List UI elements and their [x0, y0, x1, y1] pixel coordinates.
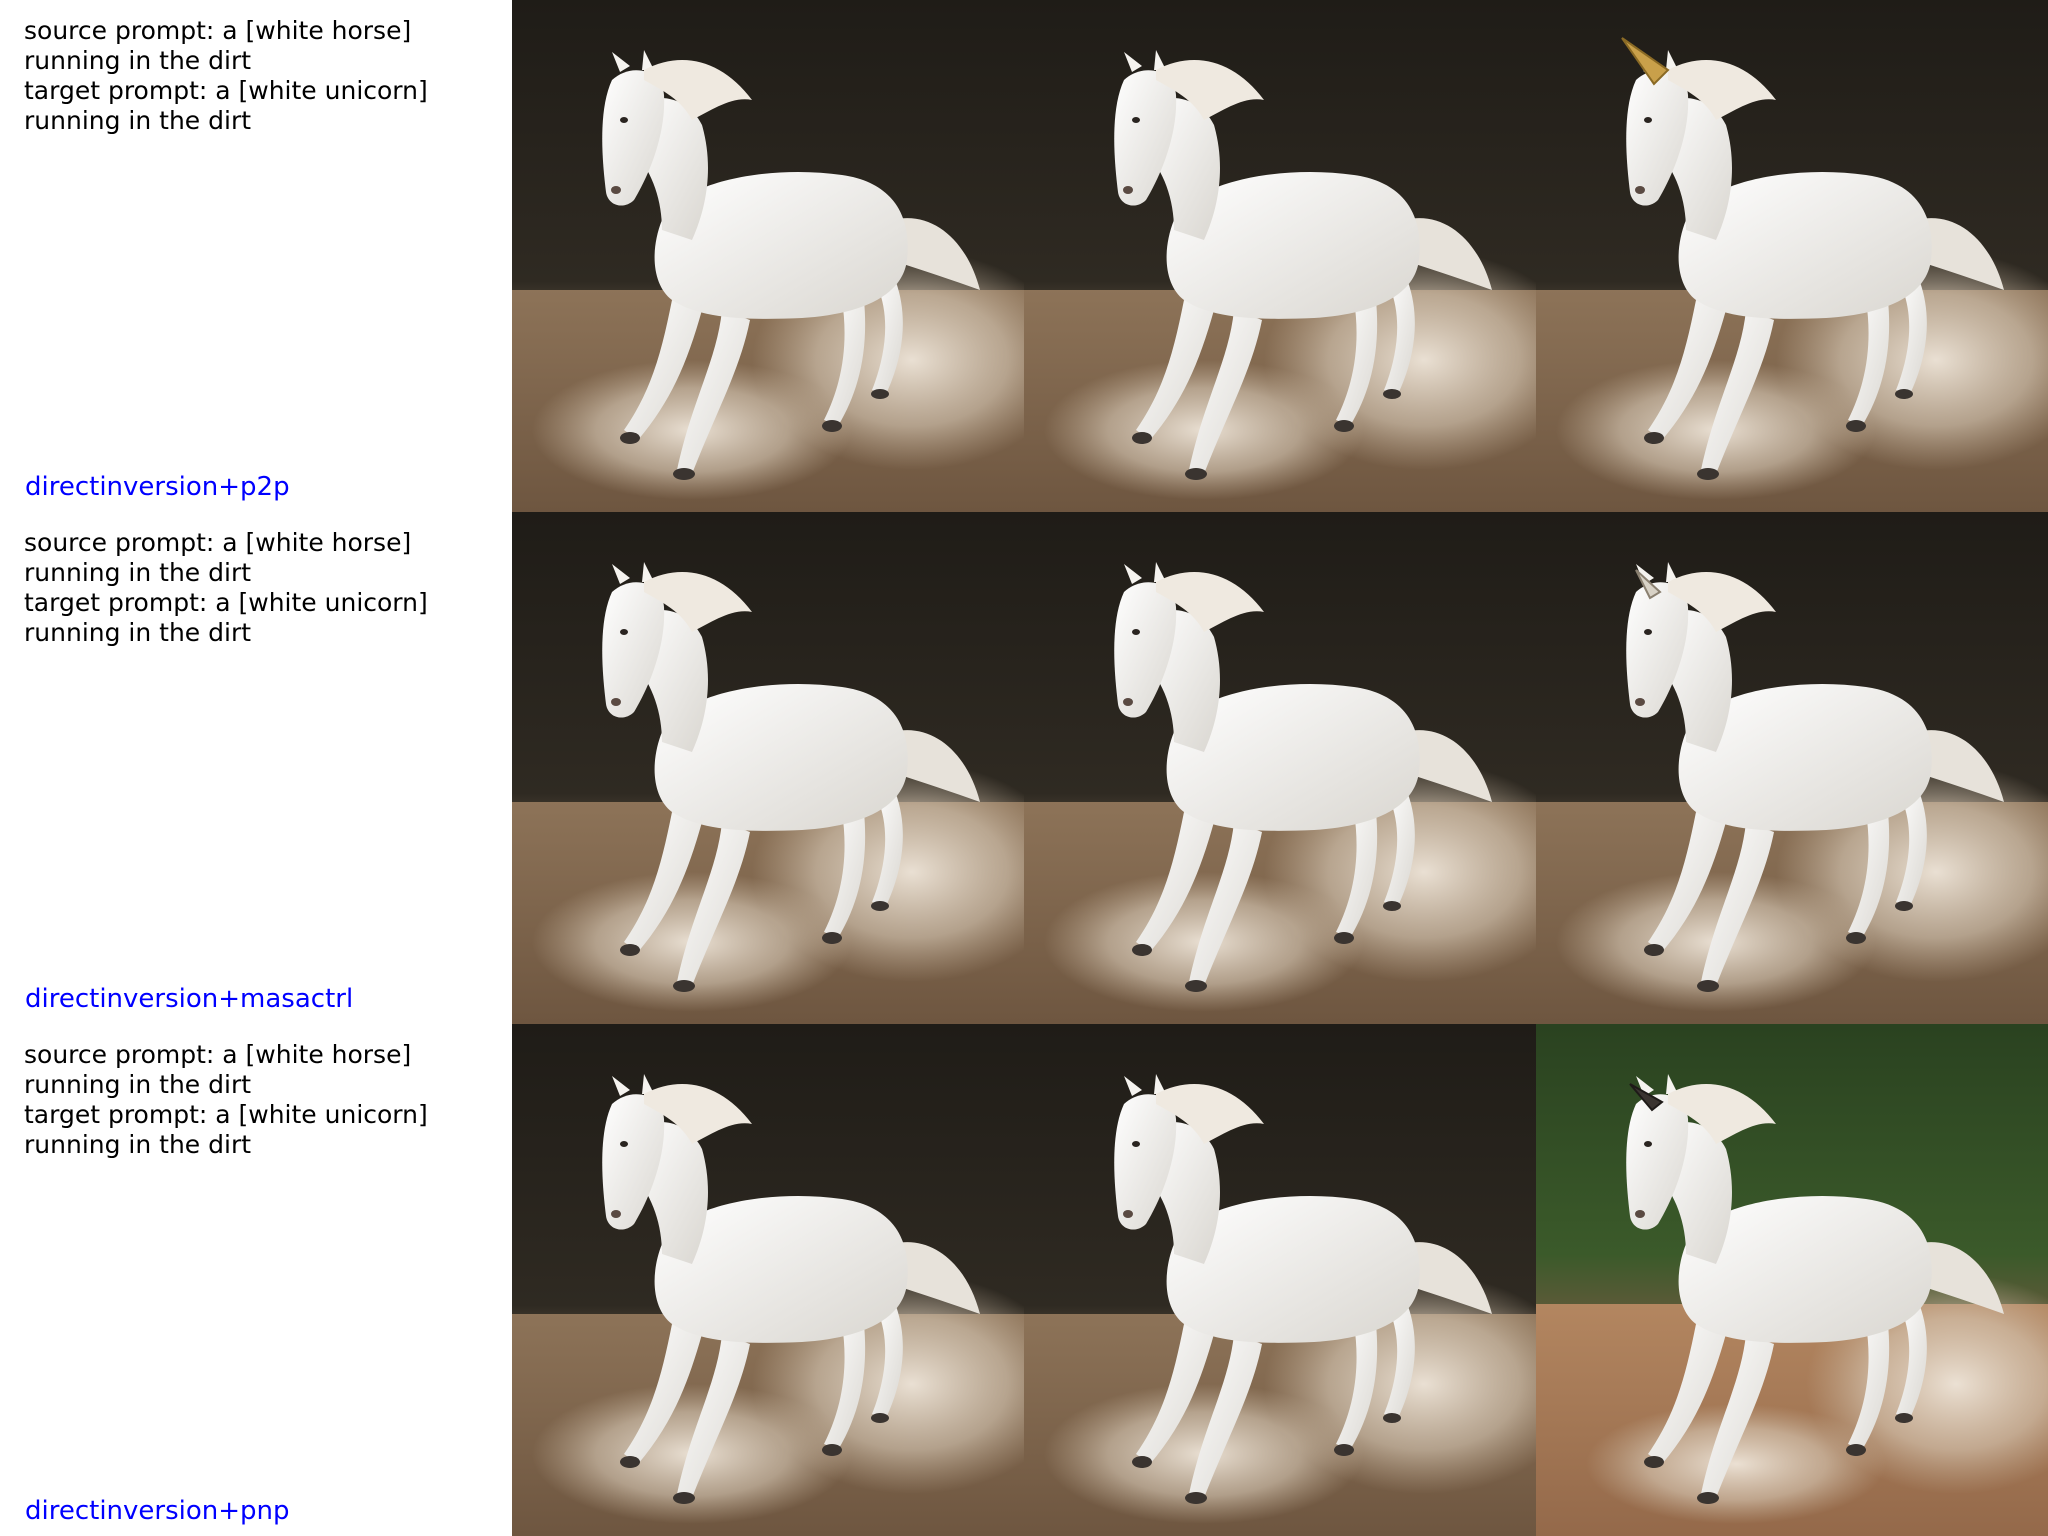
method-label: directinversion+p2p	[25, 472, 290, 502]
edited-image	[1536, 1024, 2048, 1536]
source-image	[512, 512, 1024, 1024]
horse-image	[512, 0, 1024, 512]
edited-image	[1536, 0, 2048, 512]
horse-image	[512, 512, 1024, 1024]
method-label: directinversion+pnp	[25, 1496, 290, 1526]
row-label-panel: source prompt: a [white horse] running i…	[0, 0, 512, 512]
prompt-text: source prompt: a [white horse] running i…	[24, 528, 428, 647]
reconstruction-image	[1024, 0, 1536, 512]
source-image	[512, 0, 1024, 512]
horse-image	[1024, 0, 1536, 512]
horse-image	[512, 1024, 1024, 1536]
reconstruction-image	[1024, 512, 1536, 1024]
prompt-text: source prompt: a [white horse] running i…	[24, 1040, 428, 1159]
row-label-panel: source prompt: a [white horse] running i…	[0, 512, 512, 1024]
result-row-3: source prompt: a [white horse] running i…	[0, 1024, 2048, 1536]
edited-image	[1536, 512, 2048, 1024]
prompt-text: source prompt: a [white horse] running i…	[24, 16, 428, 135]
horse-image	[1024, 1024, 1536, 1536]
unicorn-image	[1536, 512, 2048, 1024]
horse-image	[1024, 512, 1536, 1024]
reconstruction-image	[1024, 1024, 1536, 1536]
source-image	[512, 1024, 1024, 1536]
row-label-panel: source prompt: a [white horse] running i…	[0, 1024, 512, 1536]
method-label: directinversion+masactrl	[25, 984, 354, 1014]
unicorn-image	[1536, 0, 2048, 512]
result-row-2: source prompt: a [white horse] running i…	[0, 512, 2048, 1024]
result-row-1: source prompt: a [white horse] running i…	[0, 0, 2048, 512]
unicorn-image	[1536, 1024, 2048, 1536]
